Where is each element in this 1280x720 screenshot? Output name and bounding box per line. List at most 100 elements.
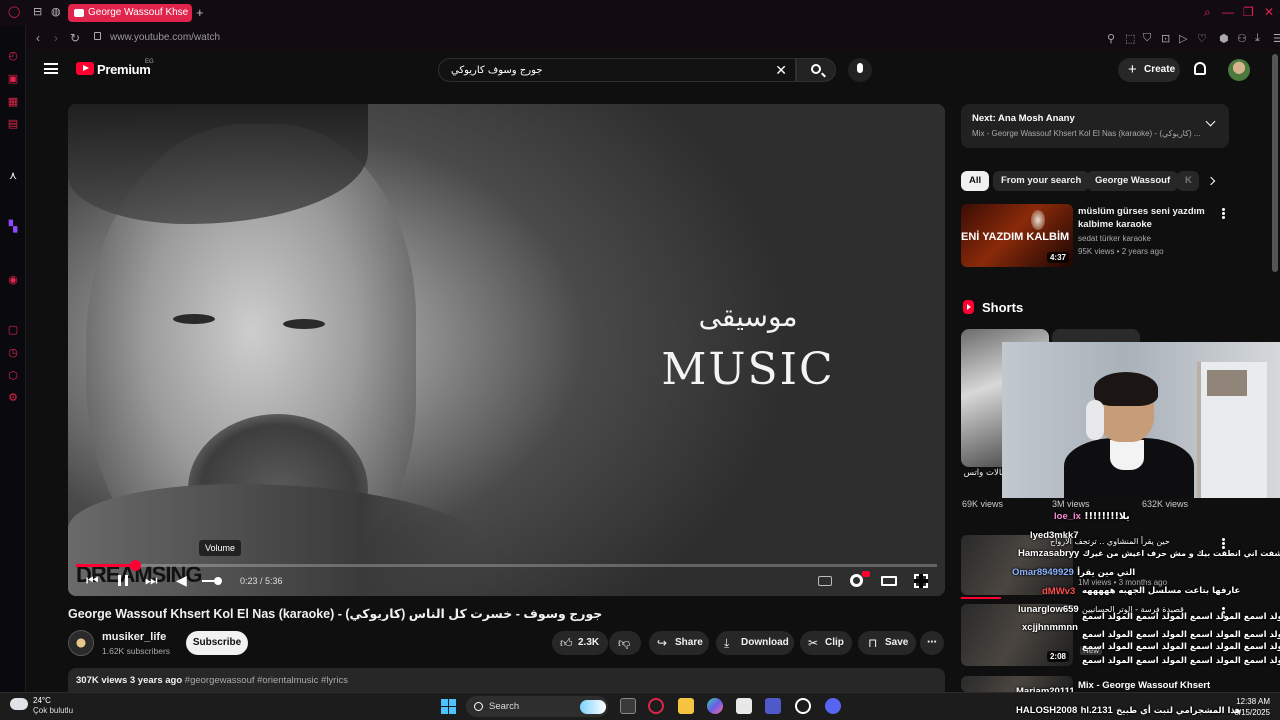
chip-all[interactable]: All: [961, 171, 990, 191]
tab-search-magnifier-icon[interactable]: ⌕: [1204, 5, 1211, 20]
search-button[interactable]: [796, 58, 836, 82]
volume-knob[interactable]: [214, 577, 222, 585]
lock-icon: [94, 32, 101, 40]
chip-george-wassouf[interactable]: George Wassouf: [1087, 171, 1179, 191]
screenshot-icon[interactable]: ⊡: [1161, 32, 1170, 45]
forward-icon[interactable]: ›: [54, 31, 58, 45]
chat-message: HALOSH2008 hl.2131 هذا المشجرامي لتبت أي…: [1016, 705, 1242, 716]
download-button[interactable]: ⤓ Download: [716, 631, 794, 655]
channel-avatar[interactable]: [68, 630, 94, 656]
menu-icon[interactable]: ☰: [1273, 32, 1280, 45]
next-icon[interactable]: ⏭: [145, 572, 158, 589]
tab-search-icon[interactable]: ◍: [51, 5, 61, 18]
mix-title[interactable]: Mix - George Wassouf Khsert: [1078, 680, 1210, 691]
aria-icon[interactable]: ⋏: [7, 170, 19, 182]
play-icon[interactable]: ▷: [1179, 32, 1187, 45]
pin-page-icon[interactable]: ⚲: [1107, 32, 1115, 45]
progress-bar[interactable]: [76, 560, 937, 571]
progress-scrubber[interactable]: [129, 560, 141, 571]
more-vert-icon[interactable]: [1222, 208, 1225, 211]
youtube-brand[interactable]: Premium: [97, 62, 151, 77]
url-field[interactable]: www.youtube.com/watch: [110, 32, 220, 43]
create-button[interactable]: + Create: [1118, 58, 1180, 82]
previous-icon[interactable]: ⏮: [86, 572, 99, 589]
up-next-card[interactable]: Next: Ana Mosh Anany Mix - George Wassou…: [961, 104, 1229, 148]
chip-truncated[interactable]: K: [1177, 171, 1199, 191]
subtitles-icon[interactable]: [818, 576, 832, 586]
store-icon[interactable]: [736, 698, 752, 714]
opera-taskbar-icon[interactable]: [648, 698, 664, 714]
save-button[interactable]: ⊓ Save: [858, 631, 916, 655]
subscribe-button[interactable]: Subscribe: [186, 631, 248, 655]
recommendation-thumbnail[interactable]: ENİ YAZDIM KALBİM 4:37: [961, 204, 1073, 267]
chrome-icon[interactable]: [795, 698, 811, 714]
pause-button[interactable]: [118, 575, 128, 586]
search-input[interactable]: [439, 59, 769, 81]
theater-mode-icon[interactable]: [881, 576, 897, 586]
discord-icon[interactable]: [825, 698, 841, 714]
maximize-icon[interactable]: ❐: [1243, 5, 1254, 19]
minimize-icon[interactable]: —: [1222, 5, 1234, 19]
chip-from-search[interactable]: From your search: [993, 171, 1090, 191]
description-box[interactable]: 307K views 3 years ago #georgewassouf #o…: [68, 668, 945, 692]
weather-icon[interactable]: [10, 694, 28, 710]
file-explorer-icon[interactable]: [678, 698, 694, 714]
share-button[interactable]: ↪ Share: [649, 631, 709, 655]
task-view-icon[interactable]: [620, 698, 636, 714]
mail-icon[interactable]: ▤: [7, 118, 19, 130]
system-clock[interactable]: 12:38 AM 8/15/2025: [1224, 696, 1270, 718]
channel-name[interactable]: musiker_life: [102, 631, 166, 643]
account-icon[interactable]: ⚇: [1237, 32, 1247, 45]
clock-icon[interactable]: ◷: [7, 347, 19, 359]
voice-search-button[interactable]: [848, 58, 872, 82]
snapshot-icon[interactable]: ⬚: [1125, 32, 1135, 45]
heart-icon[interactable]: ♡: [1197, 32, 1207, 45]
cube-icon[interactable]: ⬢: [1219, 32, 1229, 45]
avatar[interactable]: [1228, 59, 1250, 81]
weather-temperature[interactable]: 24°C: [33, 696, 51, 705]
more-vert-icon[interactable]: [1222, 607, 1225, 610]
chevron-right-icon[interactable]: [1206, 176, 1216, 186]
twitch-icon[interactable]: ▚: [7, 221, 19, 233]
recommendation-channel[interactable]: sedat türker karaoke: [1078, 234, 1151, 243]
volume-icon[interactable]: ◀: [176, 572, 187, 589]
page-scrollbar[interactable]: [1272, 54, 1278, 272]
thumbs-down-icon: 👎︎: [618, 636, 631, 650]
tab-youtube[interactable]: George Wassouf Khse: [68, 4, 192, 22]
search-highlight-icon[interactable]: [580, 700, 606, 714]
youtube-logo-icon[interactable]: [76, 62, 94, 75]
hashtags[interactable]: #georgewassouf #orientalmusic #lyrics: [185, 675, 348, 686]
history-icon[interactable]: ◴: [7, 50, 19, 62]
vpn-icon[interactable]: ⛉: [1143, 32, 1151, 45]
start-icon[interactable]: [441, 699, 456, 714]
copilot-icon[interactable]: [707, 698, 723, 714]
dislike-button[interactable]: 👎︎: [609, 631, 641, 655]
download-icon[interactable]: ⤓: [1255, 32, 1260, 45]
chevron-down-icon[interactable]: [1205, 116, 1216, 127]
extensions-icon[interactable]: ⬡: [7, 370, 19, 382]
pin-icon[interactable]: ▢: [7, 324, 19, 336]
fullscreen-icon[interactable]: [914, 574, 928, 588]
player-icon[interactable]: ◉: [7, 274, 19, 286]
more-actions-button[interactable]: ⋯: [920, 631, 944, 655]
like-button[interactable]: 👍︎ 2.3K: [552, 631, 608, 655]
clip-button[interactable]: ✂ Clip: [800, 631, 852, 655]
guide-menu-icon[interactable]: [44, 63, 58, 74]
video-player[interactable]: موسيقى MUSIC DREAMSING Volume ⏮ ⏭ ◀ 0:23…: [68, 104, 945, 596]
close-window-icon[interactable]: ✕: [1264, 5, 1274, 19]
notifications-icon[interactable]: [1194, 62, 1206, 75]
opera-logo-icon[interactable]: ◯: [8, 5, 20, 18]
weather-description[interactable]: Çok bulutlu: [33, 706, 73, 715]
bag-icon[interactable]: ▣: [7, 73, 19, 85]
settings-icon[interactable]: ⚙: [7, 392, 19, 404]
new-tab-icon[interactable]: +: [196, 5, 204, 20]
more-vert-icon[interactable]: [1222, 538, 1225, 541]
teams-icon[interactable]: [765, 698, 781, 714]
reload-icon[interactable]: ↻: [70, 31, 80, 45]
recommendation-title[interactable]: müslüm gürses seni yazdım kalbime karaok…: [1078, 205, 1208, 231]
back-icon[interactable]: ‹: [36, 31, 40, 45]
media-icon[interactable]: ▦: [7, 96, 19, 108]
settings-gear-icon[interactable]: [850, 574, 863, 587]
workspaces-icon[interactable]: ⊟: [33, 5, 42, 18]
clear-search-icon[interactable]: ✕: [775, 62, 787, 79]
